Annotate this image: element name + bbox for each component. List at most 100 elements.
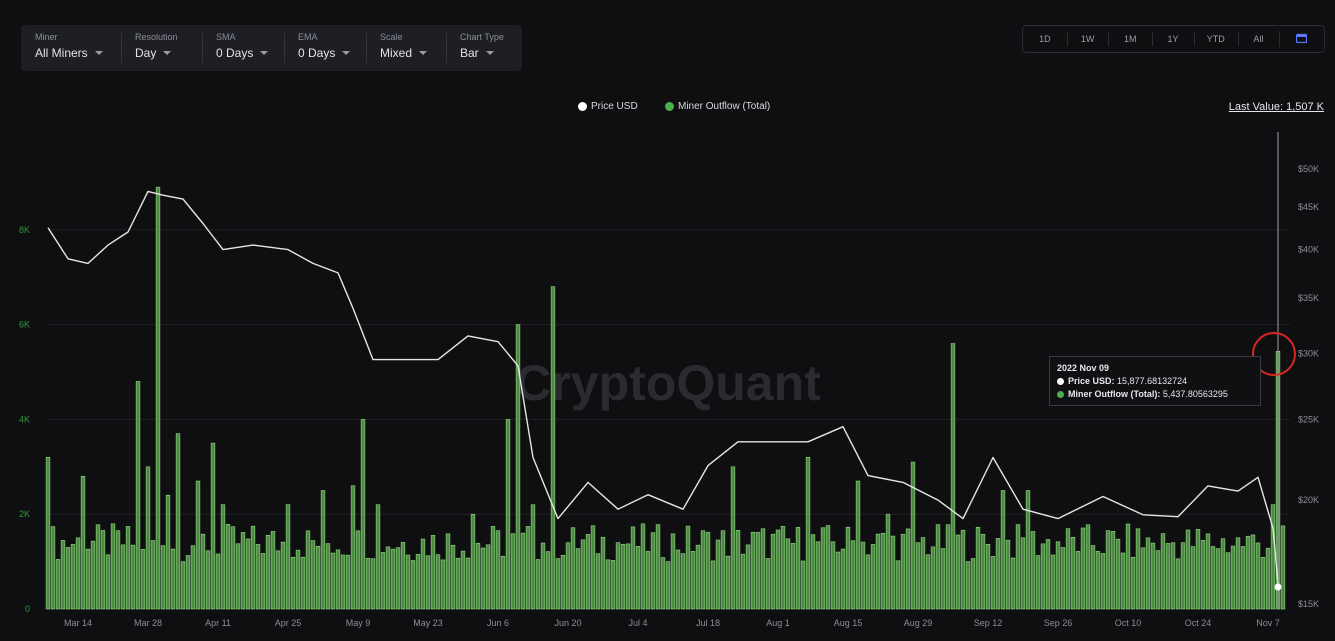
- outflow-bar: [600, 536, 606, 610]
- outflow-bar: [550, 286, 556, 610]
- outflow-bar: [280, 541, 286, 610]
- outflow-bar: [1095, 550, 1101, 610]
- left-axis-tick-label: 4K: [19, 414, 30, 424]
- outflow-bar: [820, 527, 826, 610]
- outflow-bar: [970, 558, 976, 610]
- outflow-bar: [405, 554, 411, 610]
- outflow-bar: [590, 525, 596, 610]
- right-axis-tick-label: $25K: [1298, 414, 1319, 424]
- outflow-bar: [1000, 490, 1006, 610]
- outflow-bar: [505, 419, 511, 610]
- outflow-bar: [1245, 535, 1251, 610]
- x-axis-tick-label: Jul 18: [696, 618, 720, 628]
- outflow-bar: [1065, 528, 1071, 610]
- outflow-bar: [560, 555, 566, 610]
- outflow-bar: [1125, 523, 1131, 610]
- outflow-bar: [245, 538, 251, 610]
- outflow-bar: [345, 554, 351, 610]
- outflow-bar: [535, 559, 541, 610]
- outflow-bar: [275, 550, 281, 610]
- outflow-bar: [400, 542, 406, 610]
- outflow-bar: [1200, 540, 1206, 610]
- outflow-bar: [840, 548, 846, 610]
- outflow-bar: [915, 542, 921, 610]
- outflow-bar: [350, 485, 356, 610]
- outflow-bar: [675, 549, 681, 610]
- outflow-bar: [235, 543, 241, 610]
- outflow-bar: [985, 543, 991, 610]
- outflow-bar: [910, 461, 916, 610]
- outflow-bar: [335, 549, 341, 610]
- tooltip-price-dot: [1057, 378, 1064, 385]
- outflow-bar: [460, 550, 466, 610]
- outflow-bar: [285, 504, 291, 610]
- outflow-bar: [290, 556, 296, 610]
- outflow-bar: [240, 532, 246, 610]
- outflow-bar: [835, 551, 841, 610]
- outflow-bar: [790, 543, 796, 610]
- outflow-bar: [1005, 539, 1011, 610]
- outflow-bar: [1155, 550, 1161, 610]
- outflow-bar: [945, 524, 951, 610]
- outflow-bar: [370, 558, 376, 610]
- left-axis-tick-label: 6K: [19, 320, 30, 330]
- right-axis-tick-label: $35K: [1298, 293, 1319, 303]
- outflow-bar: [795, 526, 801, 610]
- outflow-bar: [215, 553, 221, 610]
- right-axis-tick-label: $20K: [1298, 495, 1319, 505]
- outflow-bar: [540, 542, 546, 610]
- outflow-bar: [855, 480, 861, 610]
- outflow-bar: [735, 530, 741, 610]
- outflow-bar: [545, 551, 551, 610]
- tooltip-outflow-value: 5,437.80563295: [1162, 389, 1228, 399]
- outflow-bar: [1220, 538, 1226, 610]
- outflow-bar: [870, 544, 876, 610]
- outflow-bar: [705, 531, 711, 610]
- outflow-bar: [1055, 541, 1061, 610]
- outflow-bar: [1205, 533, 1211, 610]
- outflow-bar: [880, 532, 886, 610]
- outflow-bar: [615, 542, 621, 610]
- outflow-bar: [800, 560, 806, 610]
- x-axis-tick-label: May 23: [413, 618, 443, 628]
- outflow-bar: [125, 526, 131, 610]
- outflow-bar: [805, 457, 811, 610]
- outflow-bar: [1100, 553, 1106, 610]
- outflow-bar: [1140, 547, 1146, 610]
- outflow-bar: [510, 533, 516, 610]
- outflow-bar: [410, 560, 416, 610]
- watermark: CryptoQuant: [515, 355, 821, 411]
- right-axis-tick-label: $50K: [1298, 164, 1319, 174]
- outflow-bar: [145, 466, 151, 610]
- outflow-bar: [1080, 527, 1086, 610]
- outflow-bar: [865, 554, 871, 610]
- outflow-bar: [660, 557, 666, 610]
- outflow-bar: [995, 538, 1001, 610]
- left-axis-tick-label: 8K: [19, 225, 30, 235]
- outflow-bar: [785, 538, 791, 610]
- outflow-bar: [670, 533, 676, 610]
- outflow-bar: [645, 551, 651, 610]
- outflow-bar: [295, 549, 301, 610]
- outflow-bar: [250, 525, 256, 610]
- tooltip-price-label: Price USD:: [1068, 376, 1115, 386]
- outflow-bar: [850, 540, 856, 610]
- outflow-bar: [905, 528, 911, 610]
- tooltip-outflow-label: Miner Outflow (Total):: [1068, 389, 1161, 399]
- outflow-bar: [940, 548, 946, 610]
- outflow-bar: [205, 550, 211, 610]
- outflow-bar: [740, 553, 746, 610]
- outflow-bar: [1185, 529, 1191, 610]
- outflow-bar: [1170, 542, 1176, 610]
- outflow-bar: [1050, 554, 1056, 610]
- outflow-bar: [440, 559, 446, 610]
- outflow-bar: [860, 541, 866, 610]
- outflow-bar: [150, 540, 156, 610]
- tooltip-outflow-row: Miner Outflow (Total): 5,437.80563295: [1057, 388, 1253, 401]
- outflow-bar: [630, 526, 636, 610]
- outflow-bar: [965, 561, 971, 610]
- outflow-bar: [605, 559, 611, 610]
- outflow-bar: [470, 513, 476, 610]
- outflow-bar: [1060, 547, 1066, 610]
- outflow-bar: [1210, 546, 1216, 610]
